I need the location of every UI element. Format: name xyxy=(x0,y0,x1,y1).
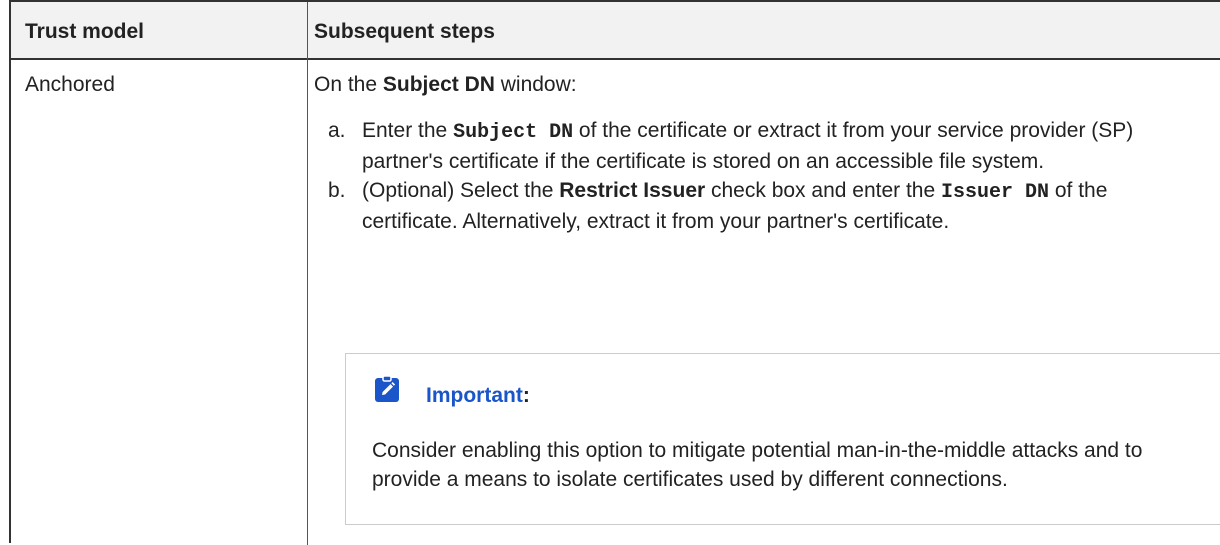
step-text: check box and enter the xyxy=(705,179,941,202)
steps-list: a. Enter the Subject DN of the certificat… xyxy=(312,116,1192,236)
column-divider xyxy=(307,2,308,545)
intro-window-name: Subject DN xyxy=(382,73,495,96)
code-term: Subject DN xyxy=(453,121,574,144)
list-item: b. (Optional) Select the Restrict Issuer … xyxy=(312,176,1192,236)
ui-term: Restrict Issuer xyxy=(559,179,706,202)
step-text: Enter the xyxy=(362,119,454,142)
code-term: Issuer DN xyxy=(941,181,1050,204)
note-title-suffix: : xyxy=(522,384,530,407)
step-text: (Optional) Select the xyxy=(362,179,560,202)
note-title: Important: xyxy=(426,384,530,408)
important-note: Important: Consider enabling this option… xyxy=(345,353,1220,525)
header-subsequent-steps: Subsequent steps xyxy=(314,20,495,43)
pencil-note-icon xyxy=(375,376,399,402)
trust-model-value: Anchored xyxy=(25,73,115,96)
list-item: a. Enter the Subject DN of the certificat… xyxy=(312,116,1192,176)
note-body: Consider enabling this option to mitigat… xyxy=(372,439,1143,491)
intro-prefix: On the xyxy=(314,73,383,96)
steps-intro: On the Subject DN window: xyxy=(314,70,577,99)
intro-suffix: window: xyxy=(494,73,577,96)
list-marker: b. xyxy=(328,179,346,202)
important-link[interactable]: Important xyxy=(426,384,523,407)
table-header-row: Trust model Subsequent steps xyxy=(11,2,1220,60)
list-marker: a. xyxy=(328,119,346,142)
header-trust-model: Trust model xyxy=(25,20,145,43)
